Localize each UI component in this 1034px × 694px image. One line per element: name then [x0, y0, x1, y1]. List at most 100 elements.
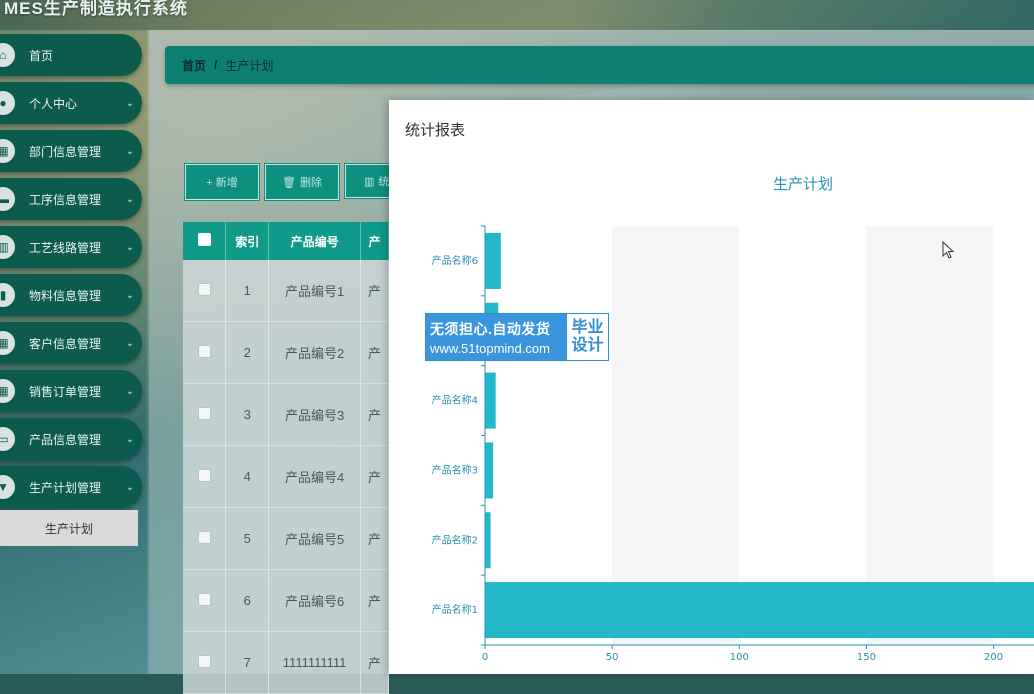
- cell-code: 产品编号3: [269, 384, 361, 446]
- chevron-down-icon: ⌄: [118, 338, 142, 349]
- sidebar-item-6[interactable]: ▦客户信息管理⌄: [0, 322, 142, 364]
- cell-index: 3: [226, 384, 269, 446]
- sidebar-item-4[interactable]: ▥ 工艺线路管理⌄: [0, 226, 142, 268]
- stats-button-label: 统: [378, 173, 389, 189]
- table-row[interactable]: 71111111111产: [183, 632, 389, 694]
- cell-name: 产: [361, 570, 389, 632]
- select-all-checkbox[interactable]: [198, 233, 211, 246]
- breadcrumb-current: 生产计划: [225, 57, 273, 74]
- sidebar-item-0[interactable]: ⌂首页: [0, 34, 142, 76]
- book-icon: ▥: [0, 235, 15, 259]
- row-select-cell: [183, 570, 226, 632]
- watermark-tag: 毕业 设计: [566, 314, 608, 360]
- row-select-cell: [183, 260, 226, 322]
- breadcrumb-separator: /: [214, 58, 217, 72]
- row-checkbox[interactable]: [198, 345, 211, 358]
- row-checkbox[interactable]: [198, 593, 211, 606]
- chevron-down-icon: ⌄: [118, 386, 142, 397]
- sidebar-item-8[interactable]: ▭ 产品信息管理⌄: [0, 418, 142, 460]
- table-row[interactable]: 2产品编号2产: [183, 322, 389, 384]
- cell-name: 产: [361, 508, 389, 570]
- column-header-name: 产: [361, 222, 389, 260]
- sidebar-item-1[interactable]: ●个人中心⌄: [0, 82, 142, 124]
- chevron-down-icon: ⌄: [118, 98, 142, 109]
- delete-button[interactable]: 🗑 删除: [265, 164, 339, 200]
- table-row[interactable]: 4产品编号4产: [183, 446, 389, 508]
- monitor-icon: ▭: [0, 427, 15, 451]
- row-checkbox[interactable]: [198, 407, 211, 420]
- table-row[interactable]: 5产品编号5产: [183, 508, 389, 570]
- chevron-down-icon: ⌄: [118, 242, 142, 253]
- y-tick-label: 产品名称3: [432, 463, 478, 476]
- cell-index: 7: [226, 632, 269, 694]
- table-header-row: 索引 产品编号 产: [183, 222, 389, 260]
- cell-code: 产品编号2: [269, 322, 361, 384]
- y-tick-label: 产品名称6: [432, 254, 478, 267]
- add-button[interactable]: + 新增: [185, 164, 259, 200]
- select-all-header: [183, 222, 226, 260]
- data-table: 索引 产品编号 产 1产品编号1产2产品编号2产3产品编号3产4产品编号4产5产…: [183, 222, 389, 694]
- grid-icon: ▦: [0, 379, 15, 403]
- row-checkbox[interactable]: [198, 469, 211, 482]
- home-icon: ⌂: [0, 43, 15, 67]
- sidebar-item-3[interactable]: ▬工序信息管理⌄: [0, 178, 142, 220]
- chevron-down-icon: ⌄: [118, 194, 142, 205]
- row-select-cell: [183, 322, 226, 384]
- table-row[interactable]: 3产品编号3产: [183, 384, 389, 446]
- chevron-down-icon: ⌄: [118, 434, 142, 445]
- table-row[interactable]: 1产品编号1产: [183, 260, 389, 322]
- app-title: MES生产制造执行系统: [4, 0, 188, 19]
- stats-icon: ▥: [364, 175, 374, 188]
- bar: [486, 233, 501, 289]
- cell-name: 产: [361, 446, 389, 508]
- row-select-cell: [183, 446, 226, 508]
- row-checkbox[interactable]: [198, 531, 211, 544]
- table-row[interactable]: 6产品编号6产: [183, 570, 389, 632]
- sidebar-item-label: 部门信息管理: [29, 143, 118, 160]
- sidebar-item-label: 物料信息管理: [29, 287, 118, 304]
- chevron-down-icon: ⌄: [118, 290, 142, 301]
- cell-code: 产品编号6: [269, 570, 361, 632]
- row-checkbox[interactable]: [198, 655, 211, 668]
- cell-index: 4: [226, 446, 269, 508]
- watermark-tag-line2: 设计: [571, 337, 603, 355]
- sidebar: ⌂首页●个人中心⌄▦部门信息管理⌄▬工序信息管理⌄▥工艺线路管理⌄▮物料信息管理…: [0, 34, 150, 674]
- x-tick-label: 50: [606, 652, 619, 663]
- sidebar-item-2[interactable]: ▦部门信息管理⌄: [0, 130, 142, 172]
- column-header-code: 产品编号: [269, 222, 361, 260]
- cell-code: 产品编号1: [269, 260, 361, 322]
- breadcrumb-home[interactable]: 首页: [182, 57, 206, 74]
- y-tick-label: 产品名称1: [432, 603, 478, 616]
- row-checkbox[interactable]: [198, 283, 211, 296]
- bar: [486, 512, 491, 568]
- x-tick-label: 200: [984, 652, 1003, 663]
- x-tick-label: 0: [482, 652, 488, 663]
- column-header-index: 索引: [226, 222, 269, 260]
- bar: [486, 442, 494, 498]
- grid-icon: ▦: [0, 331, 15, 355]
- stats-modal: 统计报表 生产计划050100150200产品名称1产品名称2产品名称3产品名称…: [389, 100, 1034, 674]
- bar-chart: 生产计划050100150200产品名称1产品名称2产品名称3产品名称4产品名称…: [389, 100, 1034, 674]
- watermark-line2: www.51topmind.com: [430, 341, 566, 356]
- row-select-cell: [183, 632, 226, 694]
- mouse-cursor-icon: [942, 241, 956, 261]
- cell-index: 1: [226, 260, 269, 322]
- x-tick-label: 150: [857, 652, 876, 663]
- watermark-tag-line1: 毕业: [571, 319, 603, 337]
- sidebar-item-label: 工序信息管理: [29, 191, 118, 208]
- cell-name: 产: [361, 260, 389, 322]
- sidebar-item-label: 销售订单管理: [29, 383, 118, 400]
- cell-index: 5: [226, 508, 269, 570]
- trash-icon: 🗑: [282, 176, 296, 189]
- sidebar-subitem-production-plan[interactable]: 生产计划: [0, 510, 138, 546]
- chevron-down-icon: ⌄: [118, 482, 142, 493]
- sidebar-item-label: 产品信息管理: [29, 431, 118, 448]
- sidebar-item-9[interactable]: ▼生产计划管理⌄: [0, 466, 142, 508]
- sidebar-item-label: 工艺线路管理: [29, 239, 118, 256]
- row-select-cell: [183, 508, 226, 570]
- cell-index: 2: [226, 322, 269, 384]
- x-tick-label: 100: [730, 652, 749, 663]
- sidebar-item-5[interactable]: ▮物料信息管理⌄: [0, 274, 142, 316]
- sidebar-item-7[interactable]: ▦ 销售订单管理⌄: [0, 370, 142, 412]
- cell-name: 产: [361, 322, 389, 384]
